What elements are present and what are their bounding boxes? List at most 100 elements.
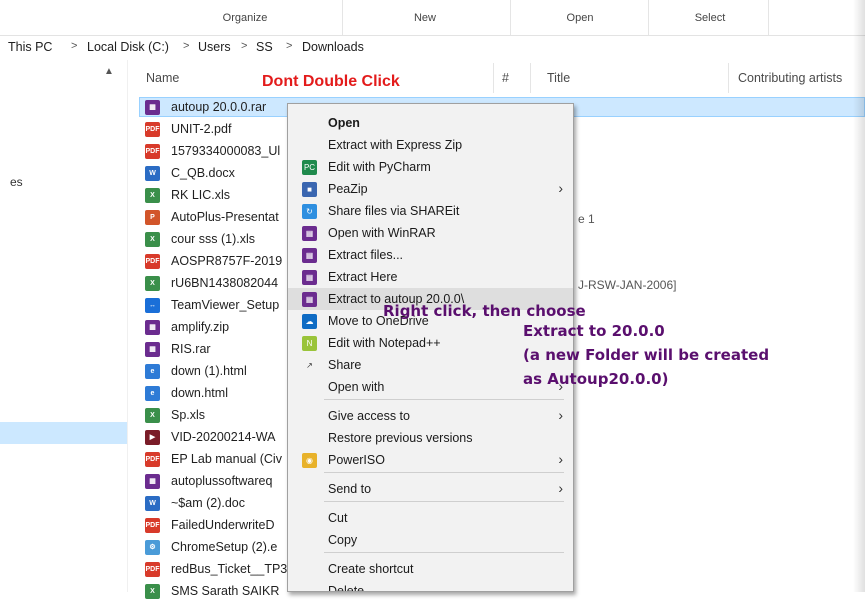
file-row[interactable]: W C_QB.docx [145,163,295,185]
breadcrumb-separator: > [183,40,190,52]
menu-item-open-with-winrar[interactable]: ▦ Open with WinRAR [288,222,573,244]
column-header-name[interactable]: Name [146,71,179,85]
annotation-right-click: Right click, then choose [383,302,586,320]
file-row[interactable]: W ~$am (2).doc [145,493,295,515]
breadcrumb-separator: > [286,40,293,52]
menu-item-give-access-to[interactable]: Give access to › [288,405,573,427]
peazip-icon: ■ [302,182,317,197]
breadcrumb-users[interactable]: Users [198,40,231,54]
file-row[interactable]: e down.html [145,383,295,405]
breadcrumb-this-pc[interactable]: This PC [8,40,52,54]
file-name: ChromeSetup (2).e [171,540,278,554]
menu-item-create-shortcut[interactable]: Create shortcut [288,558,573,580]
breadcrumb-downloads[interactable]: Downloads [302,40,364,54]
scroll-up-icon[interactable]: ▲ [104,66,114,77]
menu-separator [324,501,564,502]
file-row[interactable]: ▦ autoup 20.0.0.rar [145,97,295,119]
menu-item-label: PowerISO [328,453,385,467]
menu-item-extract-with-express-zip[interactable]: Extract with Express Zip [288,134,573,156]
menu-item-delete[interactable]: Delete [288,580,573,591]
file-name: redBus_Ticket__TP3 [171,562,288,576]
column-divider [493,63,494,93]
file-name: VID-20200214-WA [171,430,276,444]
winrar-icon: ▦ [145,342,160,357]
file-row[interactable]: ↔ TeamViewer_Setup [145,295,295,317]
word-icon: W [145,496,160,511]
menu-item-edit-with-pycharm[interactable]: PC Edit with PyCharm [288,156,573,178]
file-row[interactable]: PDF FailedUnderwriteD [145,515,295,537]
file-name: EP Lab manual (Civ [171,452,282,466]
ribbon-divider [342,0,343,35]
file-row[interactable]: PDF UNIT-2.pdf [145,119,295,141]
menu-item-peazip[interactable]: ■ PeaZip › [288,178,573,200]
file-row[interactable]: X SMS Sarath SAIKR [145,581,295,603]
file-row[interactable]: X RK LIC.xls [145,185,295,207]
menu-item-extract-files[interactable]: ▦ Extract files... [288,244,573,266]
menu-separator [324,472,564,473]
file-row[interactable]: ▶ VID-20200214-WA [145,427,295,449]
file-row[interactable]: P AutoPlus-Presentat [145,207,295,229]
breadcrumb-ss[interactable]: SS [256,40,273,54]
ribbon-group-organize: Organize [222,12,268,24]
annotation-extract-to: Extract to 20.0.0 [523,322,665,340]
file-name: SMS Sarath SAIKR [171,584,280,598]
pdf-icon: PDF [145,254,160,269]
submenu-arrow-icon: › [558,407,563,423]
file-row[interactable]: X Sp.xls [145,405,295,427]
breadcrumb-local-disk[interactable]: Local Disk (C:) [87,40,169,54]
winrar-icon: ▦ [302,248,317,263]
file-name: UNIT-2.pdf [171,122,232,136]
menu-item-open[interactable]: Open [288,112,573,134]
file-row[interactable]: XrU6BN1438082044 [145,273,295,295]
file-name: autoplussoftwareq [171,474,273,488]
file-row[interactable]: ▦ amplify.zip [145,317,295,339]
file-row[interactable]: PDF EP Lab manual (Civ [145,449,295,471]
menu-item-cut[interactable]: Cut [288,507,573,529]
pdf-icon: PDF [145,122,160,137]
file-row[interactable]: Xcour sss (1).xls [145,229,295,251]
excel-icon: X [145,408,160,423]
file-row[interactable]: e down (1).html [145,361,295,383]
navigation-item-label[interactable]: es [10,175,23,189]
file-row[interactable]: PDF 1579334000083_Ul [145,141,295,163]
file-row[interactable]: PDF AOSPR8757F-2019 [145,251,295,273]
address-bar[interactable]: This PC > Local Disk (C:) > Users > SS >… [0,36,865,58]
file-name: amplify.zip [171,320,230,334]
menu-item-label: Create shortcut [328,562,414,576]
video-icon: ▶ [145,430,160,445]
menu-separator [324,552,564,553]
navigation-pane[interactable] [0,60,128,592]
file-name: TeamViewer_Setup [171,298,280,312]
menu-item-extract-here[interactable]: ▦ Extract Here [288,266,573,288]
file-row[interactable]: ▦ autoplussoftwareq [145,471,295,493]
file-name: down.html [171,386,228,400]
file-row[interactable]: ⚙ ChromeSetup (2).e [145,537,295,559]
title-cell: e 1 [578,212,595,226]
annotation-folder-name: as Autoup20.0.0) [523,370,669,388]
winrar-icon: ▦ [302,226,317,241]
menu-item-share-files-via-shareit[interactable]: ↻ Share files via SHAREit [288,200,573,222]
menu-item-send-to[interactable]: Send to › [288,478,573,500]
menu-item-restore-previous-versions[interactable]: Restore previous versions [288,427,573,449]
menu-item-label: Open [328,116,360,130]
column-header-title[interactable]: Title [547,71,570,85]
menu-item-poweriso[interactable]: ◉ PowerISO › [288,449,573,471]
menu-item-label: Give access to [328,409,410,423]
file-row[interactable]: ▦ RIS.rar [145,339,295,361]
title-cell: J-RSW-JAN-2006] [578,278,677,292]
navigation-selected-item[interactable] [0,422,127,444]
ribbon-group-select: Select [694,12,726,24]
file-name: AOSPR8757F-2019 [171,254,283,268]
file-row[interactable]: PDF redBus_Ticket__TP3 [145,559,295,581]
menu-item-label: Open with [328,380,385,394]
menu-item-label: Open with WinRAR [328,226,436,240]
excel-icon: X [145,276,160,291]
column-divider [728,63,729,93]
menu-item-copy[interactable]: Copy [288,529,573,551]
column-header-contributing-artists[interactable]: Contributing artists [738,71,842,85]
column-header-number[interactable]: # [502,71,509,85]
pycharm-icon: PC [302,160,317,175]
file-name: RIS.rar [171,342,211,356]
menu-item-label: Extract with Express Zip [328,138,463,152]
file-name: RK LIC.xls [171,188,231,202]
